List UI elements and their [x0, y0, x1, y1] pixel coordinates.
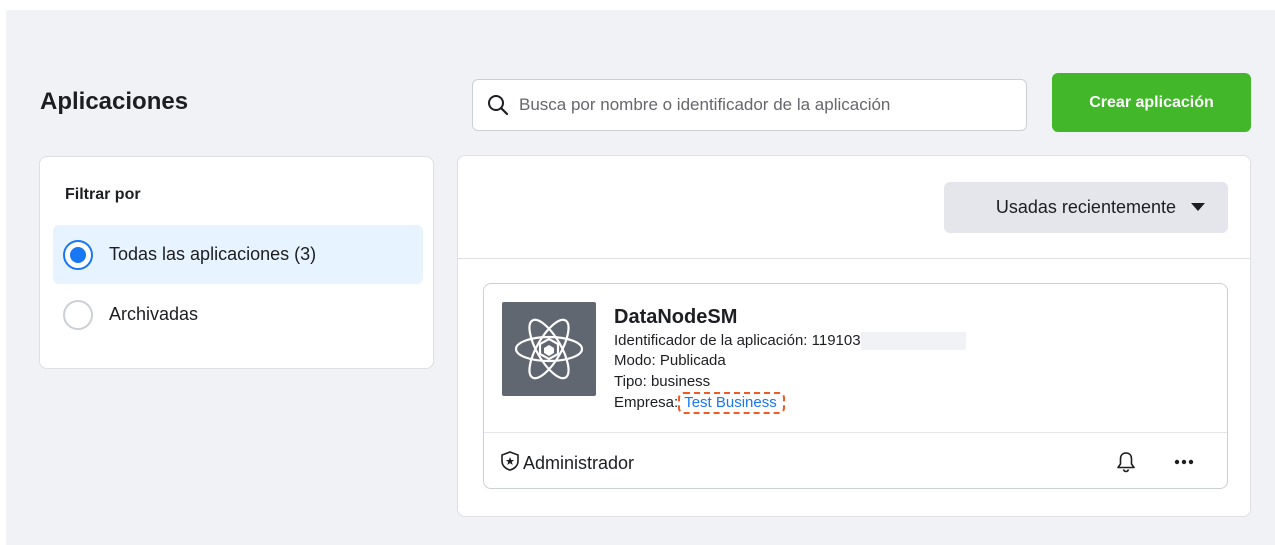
filter-option-all[interactable]: Todas las aplicaciones (3) — [53, 225, 423, 284]
bell-icon[interactable] — [1114, 450, 1138, 474]
app-id-label: Identificador de la aplicación: — [614, 332, 812, 349]
sort-label: Usadas recientemente — [995, 197, 1176, 217]
caret-down-icon — [1190, 199, 1206, 217]
app-mode: Modo: Publicada — [614, 352, 726, 369]
app-atom-icon — [502, 302, 596, 396]
filter-option-archived[interactable]: Archivadas — [53, 285, 423, 344]
page-title: Aplicaciones — [40, 88, 189, 115]
apps-panel: Usadas recientemente DataNodeSM Identifi… — [457, 155, 1251, 517]
search-input[interactable] — [519, 95, 1019, 115]
business-link[interactable]: Test Business — [678, 392, 785, 414]
role-label: Administrador — [523, 453, 635, 473]
search-icon — [487, 94, 509, 116]
admin-shield-icon — [499, 450, 521, 477]
filter-title: Filtrar por — [65, 186, 141, 203]
filter-panel: Filtrar por Todas las aplicaciones (3) A… — [39, 156, 434, 369]
create-app-button[interactable]: Crear aplicación — [1052, 73, 1251, 132]
more-icon[interactable] — [1170, 450, 1198, 474]
sort-dropdown[interactable]: Usadas recientemente — [944, 182, 1228, 233]
panel-divider — [458, 258, 1250, 259]
app-id-line: Identificador de la aplicación: 119103 — [614, 332, 966, 350]
app-name: DataNodeSM — [614, 306, 738, 328]
card-divider — [484, 432, 1227, 433]
app-id-value: 119103 — [811, 332, 861, 349]
filter-option-label: Todas las aplicaciones (3) — [109, 244, 317, 264]
radio-icon[interactable] — [63, 239, 93, 270]
search-box[interactable] — [472, 79, 1027, 131]
filter-option-label: Archivadas — [109, 304, 199, 324]
radio-icon[interactable] — [63, 299, 93, 330]
business-label: Empresa: — [614, 394, 679, 411]
redacted-block — [860, 332, 966, 350]
app-business-line: Empresa: Test Business — [614, 392, 785, 414]
app-type: Tipo: business — [614, 373, 711, 390]
role-indicator: Administrador — [499, 450, 634, 477]
app-card[interactable]: DataNodeSM Identificador de la aplicació… — [483, 283, 1228, 489]
